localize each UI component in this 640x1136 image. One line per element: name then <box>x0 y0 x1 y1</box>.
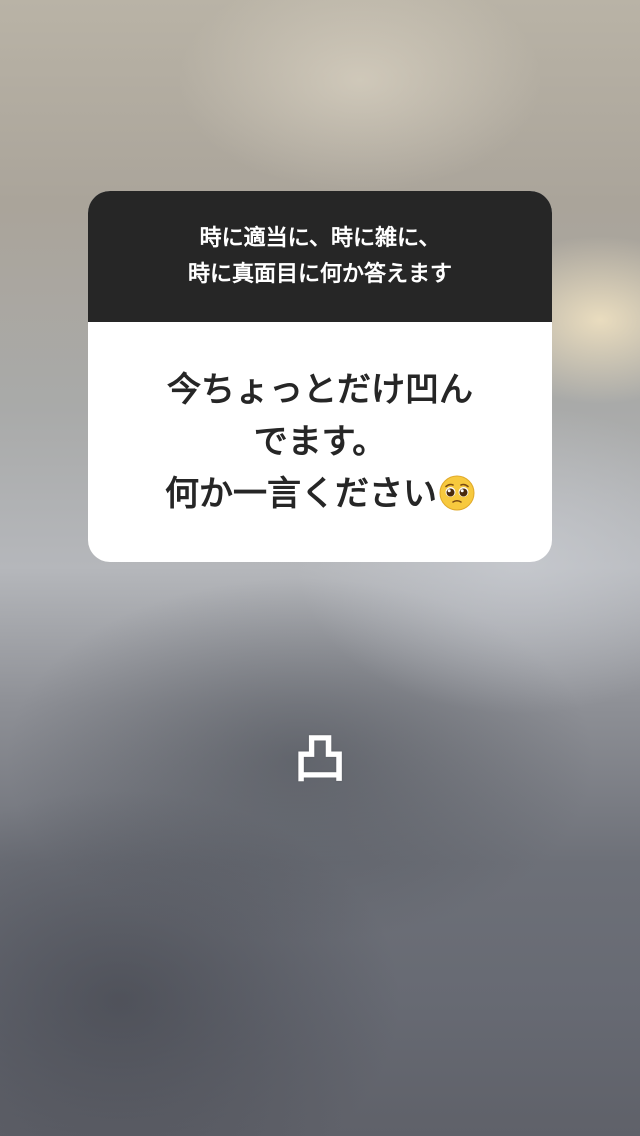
question-line: 今ちょっとだけ凹ん <box>167 370 473 410</box>
question-text: 今ちょっとだけ凹ん でます。 何か一言ください <box>88 322 552 562</box>
question-line-with-emoji: 何か一言ください <box>165 468 475 520</box>
answer-text: 凸 <box>293 730 346 790</box>
question-sticker-card[interactable]: 時に適当に、時に雑に、 時に真面目に何か答えます 今ちょっとだけ凹ん でます。 … <box>88 191 552 562</box>
question-line: 何か一言ください <box>165 474 437 514</box>
prompt-line: 時に適当に、時に雑に、 <box>199 225 441 251</box>
prompt-line: 時に真面目に何か答えます <box>187 261 452 287</box>
question-prompt-header: 時に適当に、時に雑に、 時に真面目に何か答えます <box>88 191 552 322</box>
pleading-face-icon <box>439 475 475 511</box>
question-line: でます。 <box>253 422 387 462</box>
